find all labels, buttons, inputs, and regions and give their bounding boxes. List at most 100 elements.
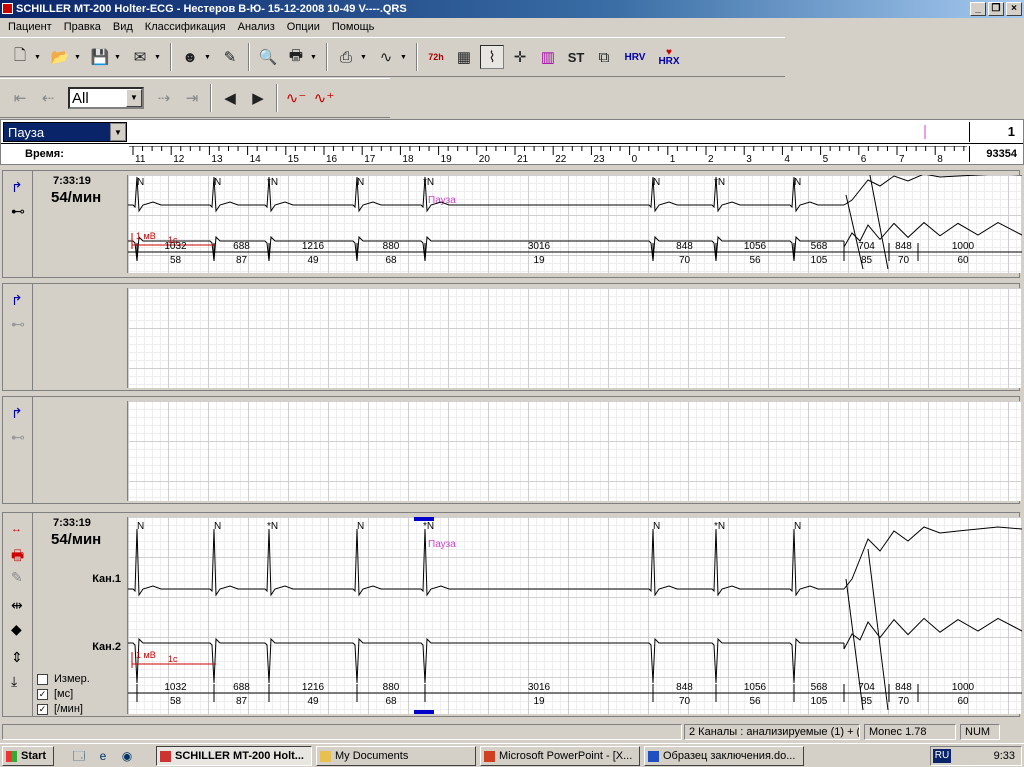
min-checkbox[interactable]: ✓ [/мин] — [37, 703, 83, 715]
browser-icon[interactable]: e — [96, 749, 110, 763]
goto-arrow-icon[interactable]: ↱ — [11, 179, 23, 196]
word-icon — [648, 751, 659, 762]
hour-label: 19 — [441, 154, 453, 164]
empty-strip-3[interactable] — [127, 401, 1021, 501]
filter-select[interactable]: All ▼ — [68, 87, 144, 109]
status-num: NUM — [960, 724, 1000, 740]
channel-1-trace — [128, 176, 844, 213]
rr-value: 1032 — [164, 682, 187, 693]
new-file-icon[interactable]: 🗋 — [8, 45, 32, 69]
first-icon[interactable]: ⇤ — [8, 86, 32, 110]
ecg-help-icon[interactable]: ∿ — [374, 45, 398, 69]
save-icon[interactable]: 💾 — [88, 45, 112, 69]
mail-dropdown[interactable]: ▼ — [154, 54, 162, 61]
histogram-icon[interactable]: ▥ — [536, 45, 560, 69]
compress-horizontal-icon[interactable]: ⇹ — [11, 597, 23, 614]
superimpose-icon[interactable]: ✛ — [508, 45, 532, 69]
report-edit-icon[interactable]: ✎ — [218, 45, 242, 69]
last-icon[interactable]: ⇥ — [180, 86, 204, 110]
hr-value: 70 — [898, 255, 910, 266]
empty-strip-2[interactable] — [127, 288, 1021, 388]
hour-label: 6 — [861, 154, 867, 164]
open-dropdown[interactable]: ▼ — [74, 54, 82, 61]
start-button[interactable]: Start — [2, 746, 54, 766]
btn-72h[interactable]: 72h — [424, 45, 448, 69]
menu-edit[interactable]: Правка — [58, 21, 107, 33]
export-dropdown[interactable]: ▼ — [360, 54, 368, 61]
hr-value: 60 — [957, 696, 969, 707]
print-dropdown[interactable]: ▼ — [310, 54, 318, 61]
goto-arrow-icon[interactable]: ↱ — [11, 292, 23, 309]
export-icon[interactable]: ⎙ — [334, 45, 358, 69]
rr-value: 1056 — [744, 682, 767, 693]
mail-icon[interactable]: ✉ — [128, 45, 152, 69]
ms-checkbox[interactable]: ✓ [мс] — [37, 688, 73, 700]
compress-vertical-icon[interactable]: ⤓ — [11, 673, 17, 690]
close-button[interactable]: × — [1006, 2, 1022, 16]
outlook-icon[interactable]: ◉ — [120, 749, 134, 763]
template-icon[interactable]: ⧉ — [592, 45, 616, 69]
btn-hrv[interactable]: HRV — [620, 45, 650, 69]
main-toolbar: 🗋 ▼ 📂 ▼ 💾 ▼ ✉ ▼ ☻ ▼ ✎ 🔍 🖶 ▼ ⎙ ▼ ∿ ▼ 72h ▦ ⌇ ✛ ▥ … — [0, 37, 785, 77]
btn-hrx[interactable]: ♥ HRX — [654, 45, 684, 69]
back-arrow-icon[interactable]: ◀ — [218, 86, 242, 110]
beat-plus-icon[interactable]: ∿⁺ — [312, 86, 336, 110]
caliper-icon[interactable]: ⊷ — [11, 316, 25, 333]
powerpoint-icon — [484, 751, 495, 762]
menu-classification[interactable]: Классификация — [139, 21, 232, 33]
menu-help[interactable]: Помощь — [326, 21, 381, 33]
rhythm-icon[interactable]: ⌇ — [480, 45, 504, 69]
caliper-icon[interactable]: ⊷ — [11, 429, 25, 446]
language-indicator[interactable]: RU — [933, 749, 951, 763]
pencil-icon[interactable]: ✎ — [11, 569, 23, 586]
time-ruler[interactable]: 11 12 13 14 15 16 17 18 19 20 21 22 23 0 1 2 3 4 5 6 7 8 — [129, 146, 967, 164]
ecg-strip-detail[interactable]: N N *N N *N N *N NПауза1 мВ 1с103258688871216498… — [128, 517, 1023, 714]
new-dropdown[interactable]: ▼ — [34, 54, 42, 61]
event-strip[interactable] — [129, 122, 967, 142]
forward-arrow-icon[interactable]: ▶ — [246, 86, 270, 110]
task-schiller[interactable]: SCHILLER MT-200 Holt... — [156, 746, 312, 766]
event-navigator: Пауза ▼ 1 Время: 11 12 13 14 15 16 17 18 19 20 21 22… — [0, 119, 1024, 165]
menu-patient[interactable]: Пациент — [2, 21, 58, 33]
rr-value: 704 — [858, 241, 875, 252]
expand-vertical-icon[interactable]: ⇕ — [11, 649, 23, 666]
measure-checkbox[interactable]: Измер. — [37, 673, 90, 685]
task-word-doc[interactable]: Образец заключения.do... — [644, 746, 804, 766]
caliper-icon[interactable]: ⊷ — [11, 203, 25, 220]
print-preview-icon[interactable]: 🔍 — [256, 45, 280, 69]
hour-label: 12 — [173, 154, 185, 164]
expand-horizontal-icon[interactable]: ↔ — [11, 523, 22, 535]
hour-label: 14 — [250, 154, 262, 164]
ecg-strip-1[interactable]: N N *N N *N N *N NПауза1 мВ 1с103258688871216498… — [128, 164, 1023, 273]
hour-label: 1 — [670, 154, 676, 164]
task-powerpoint[interactable]: Microsoft PowerPoint - [Х... — [480, 746, 640, 766]
rr-value: 1216 — [302, 682, 325, 693]
goto-arrow-icon[interactable]: ↱ — [11, 405, 23, 422]
table-icon[interactable]: ▦ — [452, 45, 476, 69]
btn-st[interactable]: ST — [564, 45, 588, 69]
patient-dropdown[interactable]: ▼ — [204, 54, 212, 61]
prev-icon[interactable]: ⇠ — [36, 86, 60, 110]
menu-view[interactable]: Вид — [107, 21, 139, 33]
menu-analysis[interactable]: Анализ — [232, 21, 281, 33]
beat-label: N — [653, 521, 660, 532]
minimize-button[interactable]: _ — [970, 2, 986, 16]
menu-options[interactable]: Опции — [281, 21, 326, 33]
task-my-documents[interactable]: My Documents — [316, 746, 476, 766]
beat-minus-icon[interactable]: ∿⁻ — [284, 86, 308, 110]
channel-1-trace — [128, 528, 844, 597]
next-icon[interactable]: ⇢ — [152, 86, 176, 110]
save-dropdown[interactable]: ▼ — [114, 54, 122, 61]
desktop-icon[interactable]: 🗔 — [72, 749, 86, 763]
patient-head-icon[interactable]: ☻ — [178, 45, 202, 69]
help-dropdown[interactable]: ▼ — [400, 54, 408, 61]
print-icon[interactable]: 🖶 — [284, 45, 308, 69]
open-folder-icon[interactable]: 📂 — [48, 45, 72, 69]
expand-h-icon[interactable]: ◆ — [11, 621, 22, 638]
restore-button[interactable]: ❐ — [988, 2, 1004, 16]
clock: 9:33 — [993, 750, 1015, 762]
detail-panel: ↔ 🖶 ✎ ⇹ ◆ ⇕ ⤓ 7:33:19 54/мин Кан.1 Кан.2… — [2, 512, 1023, 717]
event-type-select[interactable]: Пауза ▼ — [3, 122, 127, 142]
hr-value: 19 — [533, 255, 545, 266]
printer-red-icon[interactable]: 🖶 — [11, 545, 24, 569]
